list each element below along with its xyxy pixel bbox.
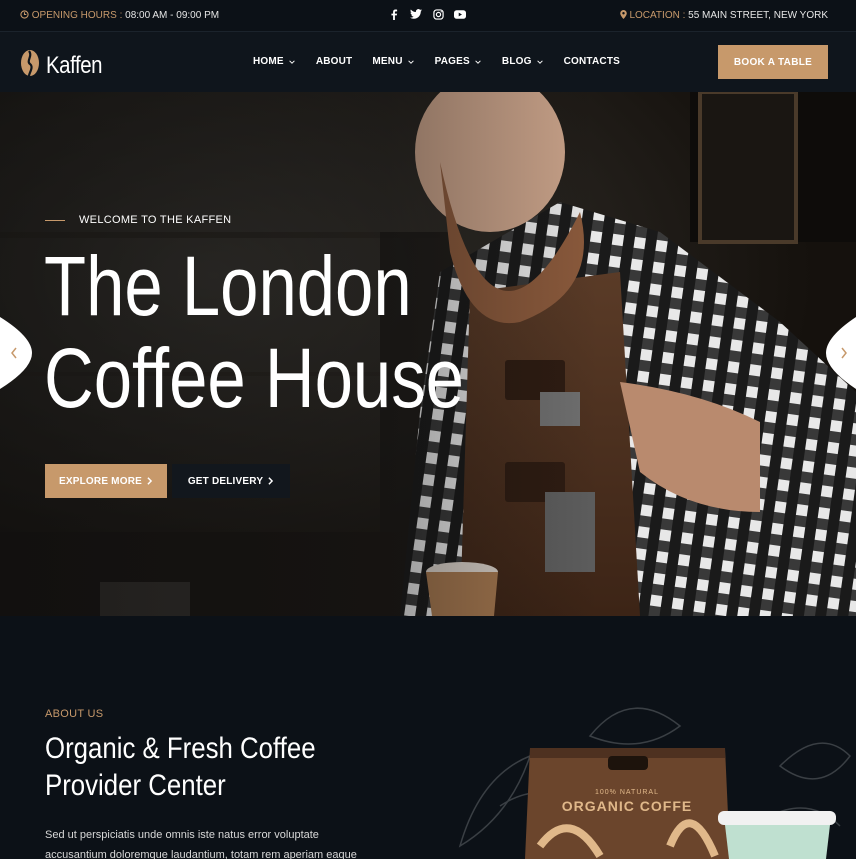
- coffee-package-image: 100% NATURAL ORGANIC COFFE: [458, 707, 851, 859]
- main-nav: HOME ABOUT MENU PAGES BLOG CONTACTS: [253, 56, 620, 67]
- accent-line: [45, 219, 65, 221]
- hero-slider: WELCOME TO THE KAFFEN The London Coffee …: [0, 92, 856, 616]
- explore-more-label: EXPLORE MORE: [59, 475, 142, 487]
- location-value: 55 MAIN STREET, NEW YORK: [688, 10, 828, 21]
- slider-prev-button[interactable]: [0, 317, 32, 389]
- about-title-line-1: Organic & Fresh Coffee: [45, 732, 316, 765]
- about-description: Sed ut perspiciatis unde omnis iste natu…: [45, 829, 357, 859]
- book-a-table-button[interactable]: BOOK A TABLE: [718, 45, 828, 79]
- clock-icon: [20, 10, 32, 21]
- nav-item-menu[interactable]: MENU: [372, 56, 414, 67]
- twitter-icon[interactable]: [410, 8, 422, 20]
- chevron-down-icon: [536, 59, 543, 64]
- package-small-text: 100% NATURAL: [595, 789, 659, 796]
- hero-kicker-text: WELCOME TO THE KAFFEN: [79, 214, 232, 226]
- chevron-down-icon: [407, 59, 414, 64]
- about-label: ABOUT US: [45, 708, 104, 720]
- nav-label: HOME: [253, 56, 284, 67]
- top-bar: OPENING HOURS : 08:00 AM - 09:00 PM LOCA…: [0, 0, 856, 31]
- about-title-line-2: Provider Center: [45, 769, 226, 802]
- nav-label: MENU: [372, 56, 403, 67]
- explore-more-button[interactable]: EXPLORE MORE: [45, 464, 167, 498]
- map-pin-icon: [619, 10, 630, 21]
- about-section: ABOUT US Organic & Fresh Coffee Provider…: [0, 616, 856, 859]
- nav-item-blog[interactable]: BLOG: [502, 56, 544, 67]
- social-links: [388, 8, 466, 20]
- logo-text: Kaffen: [46, 51, 103, 79]
- nav-item-contacts[interactable]: CONTACTS: [564, 56, 620, 67]
- get-delivery-label: GET DELIVERY: [187, 475, 264, 487]
- nav-label: CONTACTS: [563, 56, 621, 67]
- nav-label: ABOUT: [315, 56, 353, 67]
- location-label: LOCATION :: [629, 10, 686, 21]
- facebook-icon[interactable]: [388, 8, 400, 20]
- hero-title: The London Coffee House: [44, 240, 464, 424]
- nav-label: BLOG: [501, 56, 532, 67]
- hero-kicker: WELCOME TO THE KAFFEN: [45, 214, 231, 226]
- nav-item-pages[interactable]: PAGES: [435, 56, 482, 67]
- nav-item-home[interactable]: HOME: [253, 56, 296, 67]
- chevron-right-icon: [147, 477, 153, 485]
- nav-item-about[interactable]: ABOUT: [316, 56, 353, 67]
- nav-label: PAGES: [434, 56, 470, 67]
- main-header: Kaffen HOME ABOUT MENU PAGES BLOG CONTAC…: [0, 31, 856, 92]
- hero-title-line-1: The London: [44, 239, 412, 333]
- opening-hours: OPENING HOURS : 08:00 AM - 09:00 PM: [20, 10, 219, 21]
- youtube-icon[interactable]: [454, 8, 466, 20]
- about-title: Organic & Fresh Coffee Provider Center: [45, 730, 316, 804]
- chevron-down-icon: [475, 59, 481, 64]
- opening-hours-value: 08:00 AM - 09:00 PM: [125, 10, 220, 21]
- get-delivery-button[interactable]: GET DELIVERY: [172, 464, 290, 498]
- logo[interactable]: Kaffen: [20, 49, 112, 82]
- coffee-bean-icon: [20, 49, 40, 82]
- chevron-right-icon: [268, 477, 274, 485]
- package-big-text: ORGANIC COFFE: [562, 798, 692, 814]
- slider-next-button[interactable]: [826, 317, 856, 389]
- location: LOCATION : 55 MAIN STREET, NEW YORK: [619, 10, 828, 21]
- hero-title-line-2: Coffee House: [44, 331, 464, 425]
- opening-hours-label: OPENING HOURS :: [31, 10, 123, 21]
- chevron-down-icon: [289, 59, 295, 64]
- instagram-icon[interactable]: [432, 8, 444, 20]
